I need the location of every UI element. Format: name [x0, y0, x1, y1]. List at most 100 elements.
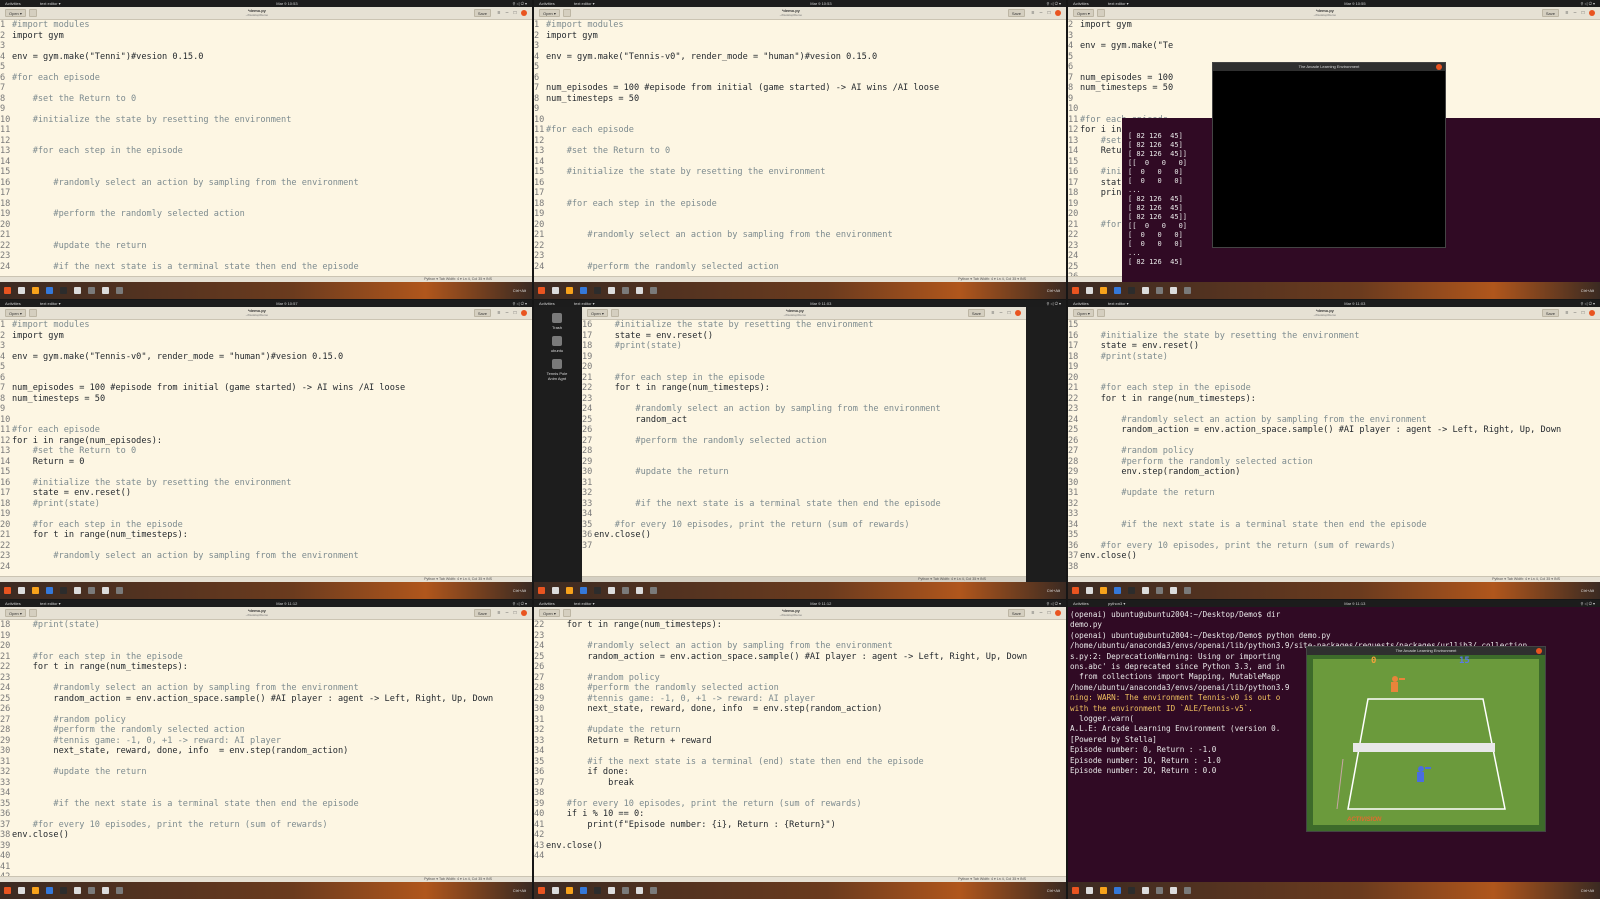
dock-app-icon[interactable] [88, 587, 95, 594]
open-button[interactable]: Open ▾ [1073, 309, 1094, 317]
dock-app-icon[interactable] [580, 887, 587, 894]
dock-app-icon[interactable] [1170, 587, 1177, 594]
new-tab-button[interactable] [1096, 309, 1105, 317]
dock-app-icon[interactable] [1142, 287, 1149, 294]
new-tab-button[interactable] [28, 609, 37, 617]
dock-app-icon[interactable] [580, 287, 587, 294]
system-tray[interactable]: ⚲ ◁ ⏻ ▾ [1047, 0, 1062, 7]
desktop-icon[interactable]: Tennis Pole Anim Agnt [542, 359, 572, 381]
system-tray[interactable]: ⚲ ◁ ⏻ ▾ [513, 0, 528, 7]
minimize-icon[interactable]: – [1038, 10, 1044, 16]
minimize-icon[interactable]: – [1572, 10, 1578, 16]
open-button[interactable]: Open ▾ [5, 9, 26, 17]
dock-app-icon[interactable] [552, 587, 559, 594]
dock-app-icon[interactable] [538, 587, 545, 594]
dock-app-icon[interactable] [60, 587, 67, 594]
clock[interactable]: Mar 9 11:12 [810, 600, 1046, 607]
minimize-icon[interactable]: – [504, 610, 510, 616]
dock-app-icon[interactable] [1114, 287, 1121, 294]
dock-app-icon[interactable] [1086, 287, 1093, 294]
code-editor[interactable]: 1 #import modules 2 import gym 3 4 env = gym.m… [0, 20, 532, 276]
new-tab-button[interactable] [28, 9, 37, 17]
dock-app-icon[interactable] [594, 887, 601, 894]
menu-icon[interactable]: ≡ [1030, 610, 1036, 616]
menu-icon[interactable]: ≡ [1564, 10, 1570, 16]
menu-icon[interactable]: ≡ [1564, 310, 1570, 316]
tennis-game-window[interactable]: The Arcade Learning Environment 0 15 ACTIVI… [1306, 646, 1546, 832]
dock-app-icon[interactable] [4, 887, 11, 894]
dock-app-icon[interactable] [18, 587, 25, 594]
dock-app-icon[interactable] [650, 287, 657, 294]
dock-app-icon[interactable] [116, 587, 123, 594]
dock-app-icon[interactable] [102, 887, 109, 894]
cursor-position[interactable]: Ln 4, Col 35 ▾ [463, 277, 485, 281]
code-editor[interactable]: 18 #print(state) 19 20 21 #for each step in… [0, 620, 532, 876]
save-button[interactable]: Save [1541, 309, 1559, 317]
dock-app-icon[interactable] [636, 887, 643, 894]
open-button[interactable]: Open ▾ [5, 309, 26, 317]
dock-app-icon[interactable] [566, 587, 573, 594]
dock-app-icon[interactable] [102, 287, 109, 294]
menu-icon[interactable]: ≡ [496, 310, 502, 316]
dock-app-icon[interactable] [32, 587, 39, 594]
dock-app-icon[interactable] [1142, 587, 1149, 594]
dock-app-icon[interactable] [580, 587, 587, 594]
close-icon[interactable] [521, 610, 527, 616]
app-menu[interactable]: text editor ▾ [40, 600, 276, 607]
language-selector[interactable]: Python ▾ [958, 277, 972, 281]
dock-app-icon[interactable] [1086, 887, 1093, 894]
app-menu[interactable]: text editor ▾ [40, 0, 276, 7]
cursor-position[interactable]: Ln 4, Col 35 ▾ [997, 277, 1019, 281]
dock-app-icon[interactable] [116, 887, 123, 894]
dock-app-icon[interactable] [1100, 887, 1107, 894]
dock-app-icon[interactable] [538, 887, 545, 894]
close-icon[interactable] [521, 10, 527, 16]
tab-width-selector[interactable]: Tab Width: 4 ▾ [973, 277, 996, 281]
dock-app-icon[interactable] [1072, 887, 1079, 894]
activities-button[interactable]: Activities [539, 0, 574, 7]
system-tray[interactable]: ⚲ ◁ ⏻ ▾ [1047, 600, 1062, 607]
dock-app-icon[interactable] [1114, 587, 1121, 594]
dock-app-icon[interactable] [566, 887, 573, 894]
clock[interactable]: Mar 9 11:12 [276, 600, 512, 607]
dock-app-icon[interactable] [538, 287, 545, 294]
dock-app-icon[interactable] [60, 887, 67, 894]
code-editor[interactable]: 1 #import modules 2 import gym 3 4 env = gym.m… [0, 320, 532, 576]
close-icon[interactable] [1436, 64, 1442, 70]
dock-app-icon[interactable] [594, 287, 601, 294]
dock-app-icon[interactable] [608, 587, 615, 594]
activities-button[interactable]: Activities [5, 600, 40, 607]
system-tray[interactable]: ⚲ ◁ ⏻ ▾ [1047, 300, 1062, 307]
system-tray[interactable]: ⚲ ◁ ⏻ ▾ [513, 600, 528, 607]
app-menu[interactable]: text editor ▾ [1108, 300, 1344, 307]
dock-app-icon[interactable] [4, 287, 11, 294]
language-selector[interactable]: Python ▾ [1492, 577, 1506, 581]
maximize-icon[interactable]: □ [1046, 10, 1052, 16]
clock[interactable]: Mar 9 10:53 [810, 0, 1046, 7]
dock-app-icon[interactable] [116, 287, 123, 294]
dock-app-icon[interactable] [1170, 287, 1177, 294]
dock-app-icon[interactable] [1114, 887, 1121, 894]
save-button[interactable]: Save [1541, 9, 1559, 17]
cursor-position[interactable]: Ln 4, Col 35 ▾ [463, 577, 485, 581]
dock-app-icon[interactable] [1184, 287, 1191, 294]
close-icon[interactable] [1055, 10, 1061, 16]
activities-button[interactable]: Activities [539, 600, 574, 607]
dock-app-icon[interactable] [74, 587, 81, 594]
activities-button[interactable]: Activities [539, 300, 574, 307]
code-editor[interactable]: 16 #initialize the state by resetting th… [582, 320, 1026, 576]
menu-icon[interactable]: ≡ [1030, 10, 1036, 16]
dock-app-icon[interactable] [32, 287, 39, 294]
clock[interactable]: Mar 9 11:03 [1344, 300, 1580, 307]
new-tab-button[interactable] [562, 9, 571, 17]
dock-app-icon[interactable] [18, 887, 25, 894]
dock-app-icon[interactable] [1128, 887, 1135, 894]
dock-app-icon[interactable] [636, 287, 643, 294]
open-button[interactable]: Open ▾ [539, 9, 560, 17]
save-button[interactable]: Save [1007, 609, 1025, 617]
system-tray[interactable]: ⚲ ◁ ⏻ ▾ [513, 300, 528, 307]
dock-app-icon[interactable] [1128, 287, 1135, 294]
code-editor[interactable]: 15 16 #initialize the state by resetting … [1068, 320, 1600, 576]
maximize-icon[interactable]: □ [512, 10, 518, 16]
activities-button[interactable]: Activities [1073, 300, 1108, 307]
